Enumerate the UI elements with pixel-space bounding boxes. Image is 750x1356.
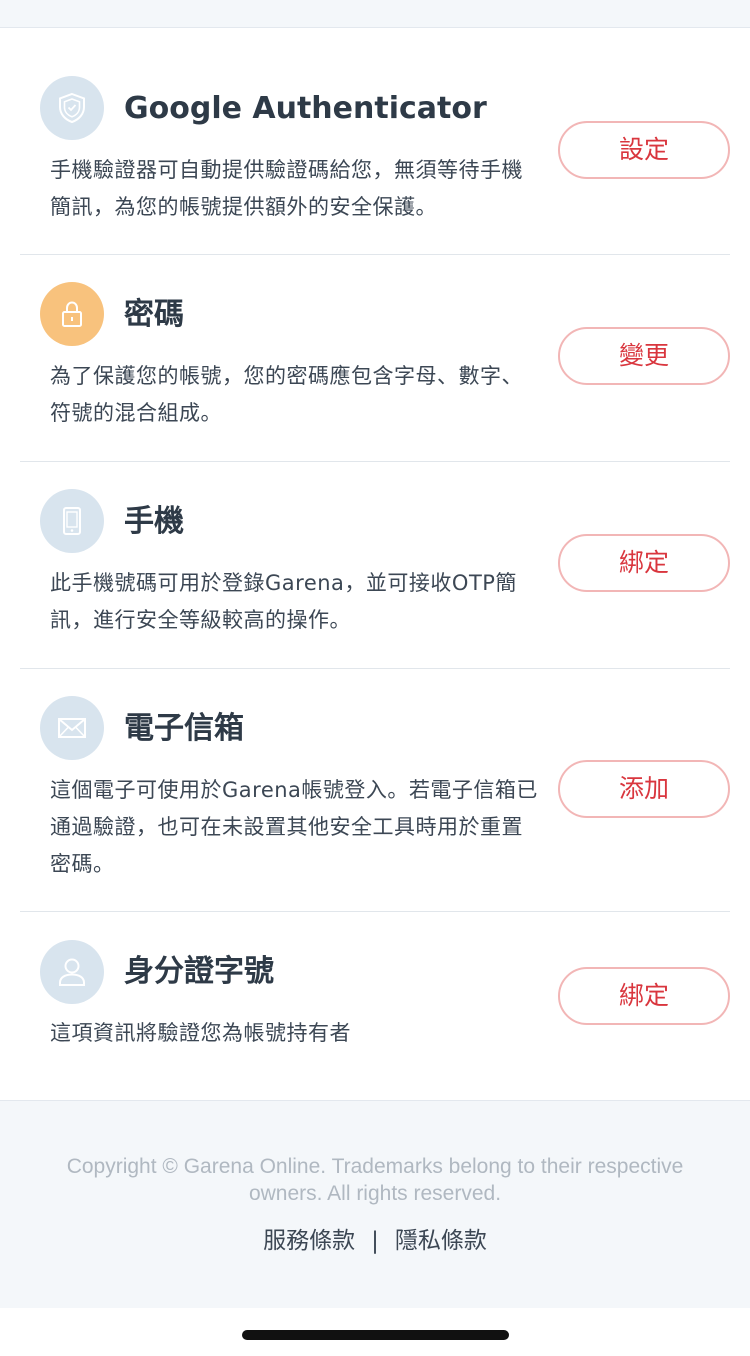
shield-icon: [40, 76, 104, 140]
section-title: 密碼: [124, 297, 184, 332]
section-description: 為了保護您的帳號，您的密碼應包含字母、數字、符號的混合組成。: [50, 364, 523, 425]
terms-of-service-link[interactable]: 服務條款: [263, 1223, 355, 1259]
footer: Copyright © Garena Online. Trademarks be…: [0, 1100, 750, 1308]
section-title: 電子信箱: [124, 711, 244, 746]
add-email-button[interactable]: 添加: [558, 760, 730, 818]
section-description: 這個電子可使用於Garena帳號登入。若電子信箱已通過驗證，也可在未設置其他安全…: [50, 778, 538, 876]
phone-icon: [40, 489, 104, 553]
section-id-number: 身分證字號 這項資訊將驗證您為帳號持有者 綁定: [20, 912, 730, 1100]
footer-separator: |: [371, 1228, 379, 1254]
security-settings-page: Google Authenticator 手機驗證器可自動提供驗證碼給您，無須等…: [0, 0, 750, 1356]
user-icon: [40, 940, 104, 1004]
privacy-policy-link[interactable]: 隱私條款: [395, 1223, 487, 1259]
change-password-button[interactable]: 變更: [558, 327, 730, 385]
copyright-text: Copyright © Garena Online. Trademarks be…: [66, 1155, 684, 1205]
bind-phone-button[interactable]: 綁定: [558, 534, 730, 592]
section-google-authenticator: Google Authenticator 手機驗證器可自動提供驗證碼給您，無須等…: [20, 28, 730, 255]
top-strip: [0, 0, 750, 28]
lock-icon: [40, 282, 104, 346]
section-title: 身分證字號: [124, 954, 274, 989]
section-description: 此手機號碼可用於登錄Garena，並可接收OTP簡訊，進行安全等級較高的操作。: [50, 571, 517, 632]
section-description: 手機驗證器可自動提供驗證碼給您，無須等待手機簡訊，為您的帳號提供額外的安全保護。: [50, 158, 523, 219]
section-phone: 手機 此手機號碼可用於登錄Garena，並可接收OTP簡訊，進行安全等級較高的操…: [20, 462, 730, 669]
section-title: Google Authenticator: [124, 91, 487, 126]
section-title: 手機: [124, 504, 184, 539]
section-password: 密碼 為了保護您的帳號，您的密碼應包含字母、數字、符號的混合組成。 變更: [20, 255, 730, 462]
section-description: 這項資訊將驗證您為帳號持有者: [50, 1021, 351, 1045]
section-email: 電子信箱 這個電子可使用於Garena帳號登入。若電子信箱已通過驗證，也可在未設…: [20, 669, 730, 912]
footer-links: 服務條款 | 隱私條款: [0, 1223, 750, 1259]
home-indicator: [242, 1330, 509, 1340]
mail-icon: [40, 696, 104, 760]
bind-id-button[interactable]: 綁定: [558, 967, 730, 1025]
setup-authenticator-button[interactable]: 設定: [558, 121, 730, 179]
